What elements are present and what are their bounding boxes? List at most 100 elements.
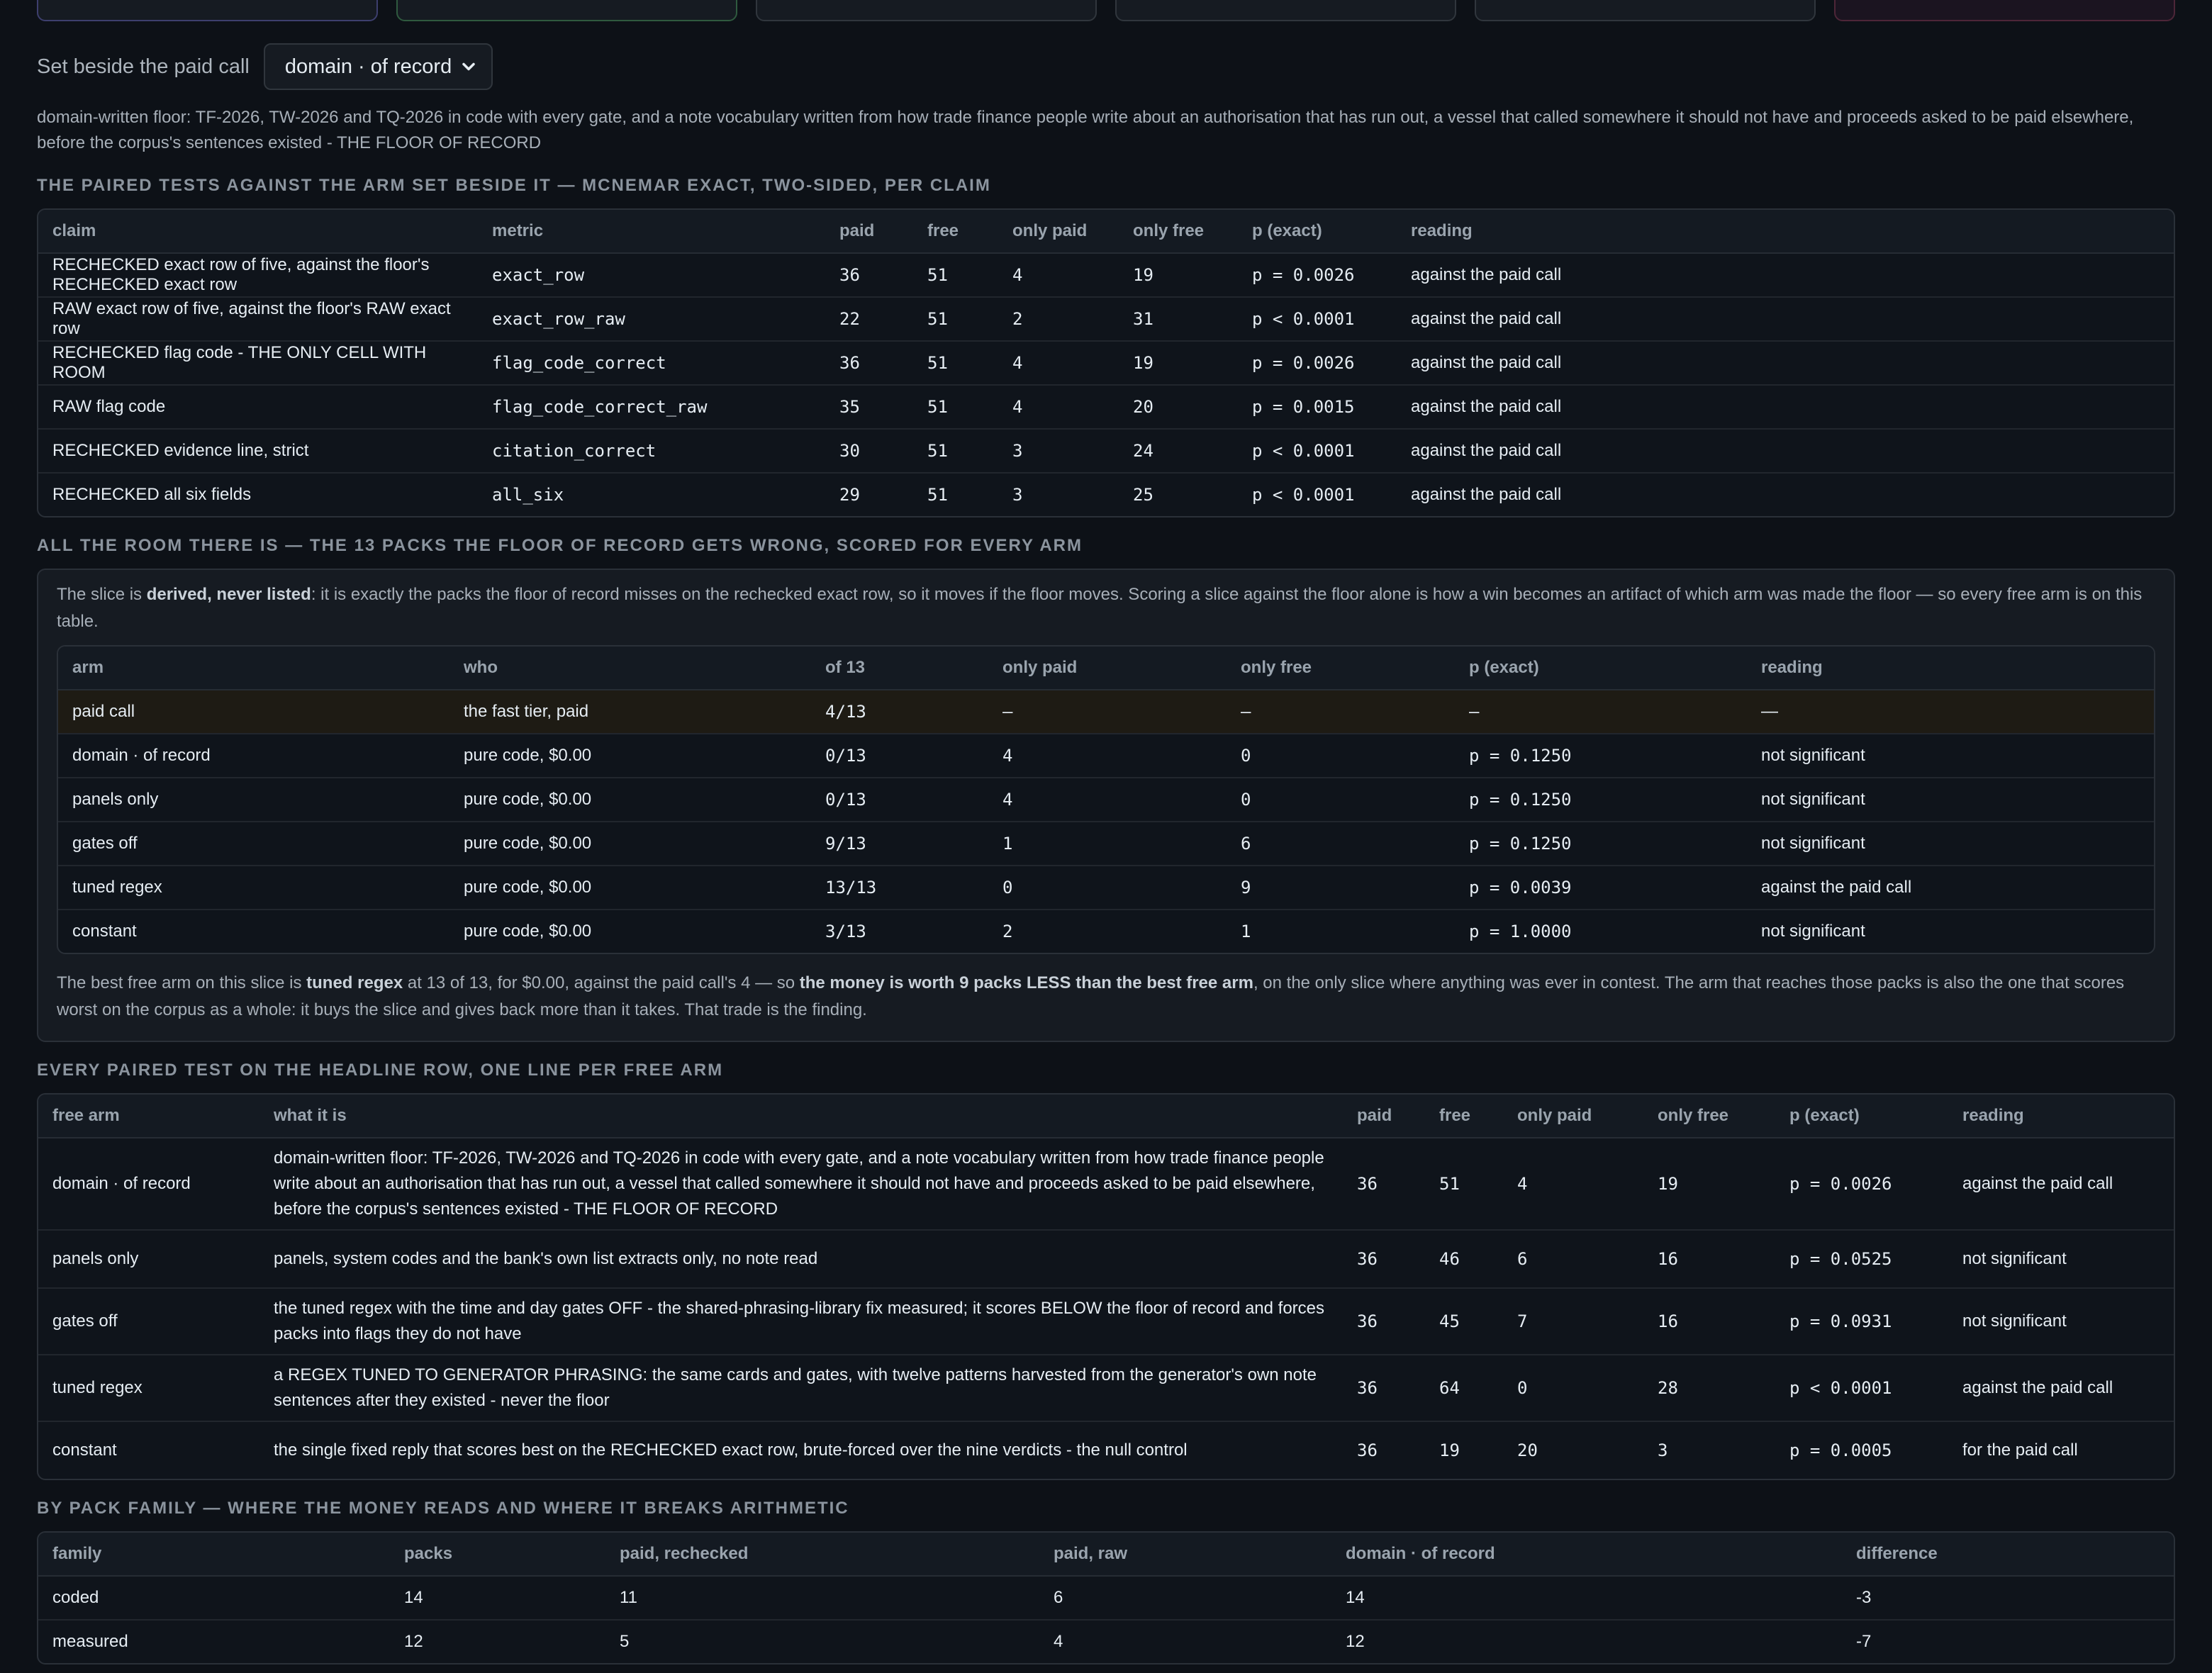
of-13-cell: 0/13 [811,734,988,778]
who-cell: pure code, $0.00 [449,822,811,866]
reading-cell: for the paid call [1962,1440,2078,1460]
only-free-cell: 19 [1643,1138,1775,1231]
col-header: reading [1948,1095,2174,1138]
table-row[interactable]: panels only pure code, $0.00 0/13 4 0 p = 0.1… [58,778,2154,822]
only-paid-cell: 3 [998,429,1119,474]
table-row[interactable]: constant the single fixed reply that scor… [38,1421,2174,1479]
headline-heading: EVERY PAIRED TEST ON THE HEADLINE ROW, O… [37,1061,724,1080]
p-exact-cell: p = 0.1250 [1455,778,1747,822]
table-row[interactable]: RECHECKED all six fields all_six 29 51 3 25 p … [38,473,2174,516]
reading-cell: not significant [1948,1288,2174,1355]
domain-of-record-cell: 12 [1346,1632,1365,1651]
only-paid-cell: 20 [1517,1440,1538,1460]
room-intro-text: The slice is [57,585,147,604]
claim-cell: RAW flag code [38,385,478,430]
summary-card[interactable] [1475,0,1816,21]
table-row[interactable]: coded 14 11 6 14 -3 [38,1576,2174,1621]
only-paid-cell: 6 [1503,1230,1643,1289]
free-cell: 51 [913,253,998,298]
col-header: of 13 [811,647,988,690]
room-outro-bold: tuned regex [306,973,403,992]
p-exact-cell: p = 0.1250 [1455,822,1747,866]
claim-cell: RECHECKED all six fields [52,485,252,504]
col-header: what it is [259,1095,1343,1138]
summary-card[interactable] [756,0,1097,21]
reading-cell: not significant [1747,822,2154,866]
table-row[interactable]: paid call the fast tier, paid 4/13— — — — [58,690,2154,734]
reading-cell: against the paid call [1397,253,2174,298]
summary-card[interactable] [1115,0,1456,21]
reading-cell: against the paid call [1948,1355,2174,1422]
reading-cell: against the paid call [1397,297,2174,342]
arm-select[interactable]: domain · of record [263,43,493,90]
of-13-cell: 3/13 [825,922,866,941]
col-header: free [1425,1095,1503,1138]
col-header: only free [1643,1095,1775,1138]
what-it-is-cell: the tuned regex with the time and day ga… [259,1288,1343,1355]
col-header: paid, rechecked [605,1533,1039,1577]
free-cell: 64 [1425,1355,1503,1422]
table-row[interactable]: gates off pure code, $0.00 9/13 1 6 p = 0.125… [58,822,2154,866]
paid-rechecked-cell: 11 [605,1576,1039,1621]
col-header: only paid [998,210,1119,254]
table-row[interactable]: gates off the tuned regex with the time a… [38,1288,2174,1355]
paid-raw-cell: 4 [1054,1632,1063,1651]
reading-cell: against the paid call [1397,429,2174,474]
table-row[interactable]: domain · of record pure code, $0.00 0/13 4 0… [58,734,2154,778]
only-free-cell: 0 [1227,734,1455,778]
claim-cell: RECHECKED exact row of five, against the… [38,253,478,298]
only-free-cell: 25 [1133,485,1154,505]
only-free-cell: 1 [1241,922,1251,941]
table-row[interactable]: constant pure code, $0.00 3/13 2 1 p = 1.0000… [58,910,2154,953]
table-row[interactable]: measured 12 5 4 12 -7 [38,1620,2174,1663]
col-header: p (exact) [1238,210,1397,254]
table-row[interactable]: RAW flag code flag_code_correct_raw 35 51 4 2… [38,385,2174,430]
free-cell: 45 [1425,1288,1503,1355]
family-heading: BY PACK FAMILY — WHERE THE MONEY READS A… [37,1499,849,1518]
table-row[interactable]: domain · of record domain-written floor: … [38,1138,2174,1231]
reading-cell: — [1747,690,2154,734]
only-free-cell: 28 [1643,1355,1775,1422]
p-exact-cell: p = 0.0525 [1775,1230,1948,1289]
paid-cell: 36 [825,253,913,298]
arm-description: domain-written floor: TF-2026, TW-2026 a… [37,108,2134,152]
table-row[interactable]: RECHECKED flag code - THE ONLY CELL WITH… [38,341,2174,386]
reading-cell: not significant [1747,734,2154,778]
p-exact-cell: p = 0.0005 [1789,1440,1892,1460]
col-header: difference [1842,1533,2174,1577]
col-header: reading [1397,210,2174,254]
table-row[interactable]: RECHECKED evidence line, strict citation_… [38,429,2174,474]
p-exact-cell: p = 0.0026 [1238,253,1397,298]
claim-cell: RECHECKED flag code - THE ONLY CELL WITH… [38,341,478,386]
p-exact-cell: p = 0.0026 [1775,1138,1948,1231]
col-header: claim [38,210,478,254]
p-exact-cell: p < 0.0001 [1775,1355,1948,1422]
who-cell: pure code, $0.00 [449,778,811,822]
paired-tests-table-panel: claim metric paid free only paid only fr… [37,208,2175,517]
only-paid-cell: 0 [988,866,1227,910]
summary-card[interactable] [1834,0,2175,21]
only-free-cell: 20 [1119,385,1238,430]
free-arm-cell: tuned regex [38,1355,259,1422]
only-free-cell: 19 [1119,341,1238,386]
claim-cell: RECHECKED evidence line, strict [38,429,478,474]
chevron-down-icon [462,62,475,71]
table-row[interactable]: RAW exact row of five, against the floor… [38,297,2174,342]
table-row[interactable]: tuned regex a REGEX TUNED TO GENERATOR PH… [38,1355,2174,1422]
table-row[interactable]: tuned regex pure code, $0.00 13/13 0 9 p = 0.… [58,866,2154,910]
reading-cell: not significant [1948,1230,2174,1289]
p-exact-cell: p = 0.1250 [1455,734,1747,778]
what-it-is-cell: panels, system codes and the bank's own … [259,1230,1343,1289]
who-cell: pure code, $0.00 [464,922,592,941]
paid-cell: 36 [825,341,913,386]
table-row[interactable]: panels only panels, system codes and the … [38,1230,2174,1289]
table-row[interactable]: RECHECKED exact row of five, against the… [38,253,2174,298]
claim-cell: RAW exact row of five, against the floor… [38,297,478,342]
summary-card[interactable] [37,0,378,21]
free-cell: 51 [1425,1138,1503,1231]
of-13-cell: 0/13 [811,778,988,822]
summary-card[interactable] [396,0,737,21]
room-heading: ALL THE ROOM THERE IS — THE 13 PACKS THE… [37,536,1083,555]
free-cell: 51 [927,485,948,505]
only-free-cell: 24 [1119,429,1238,474]
